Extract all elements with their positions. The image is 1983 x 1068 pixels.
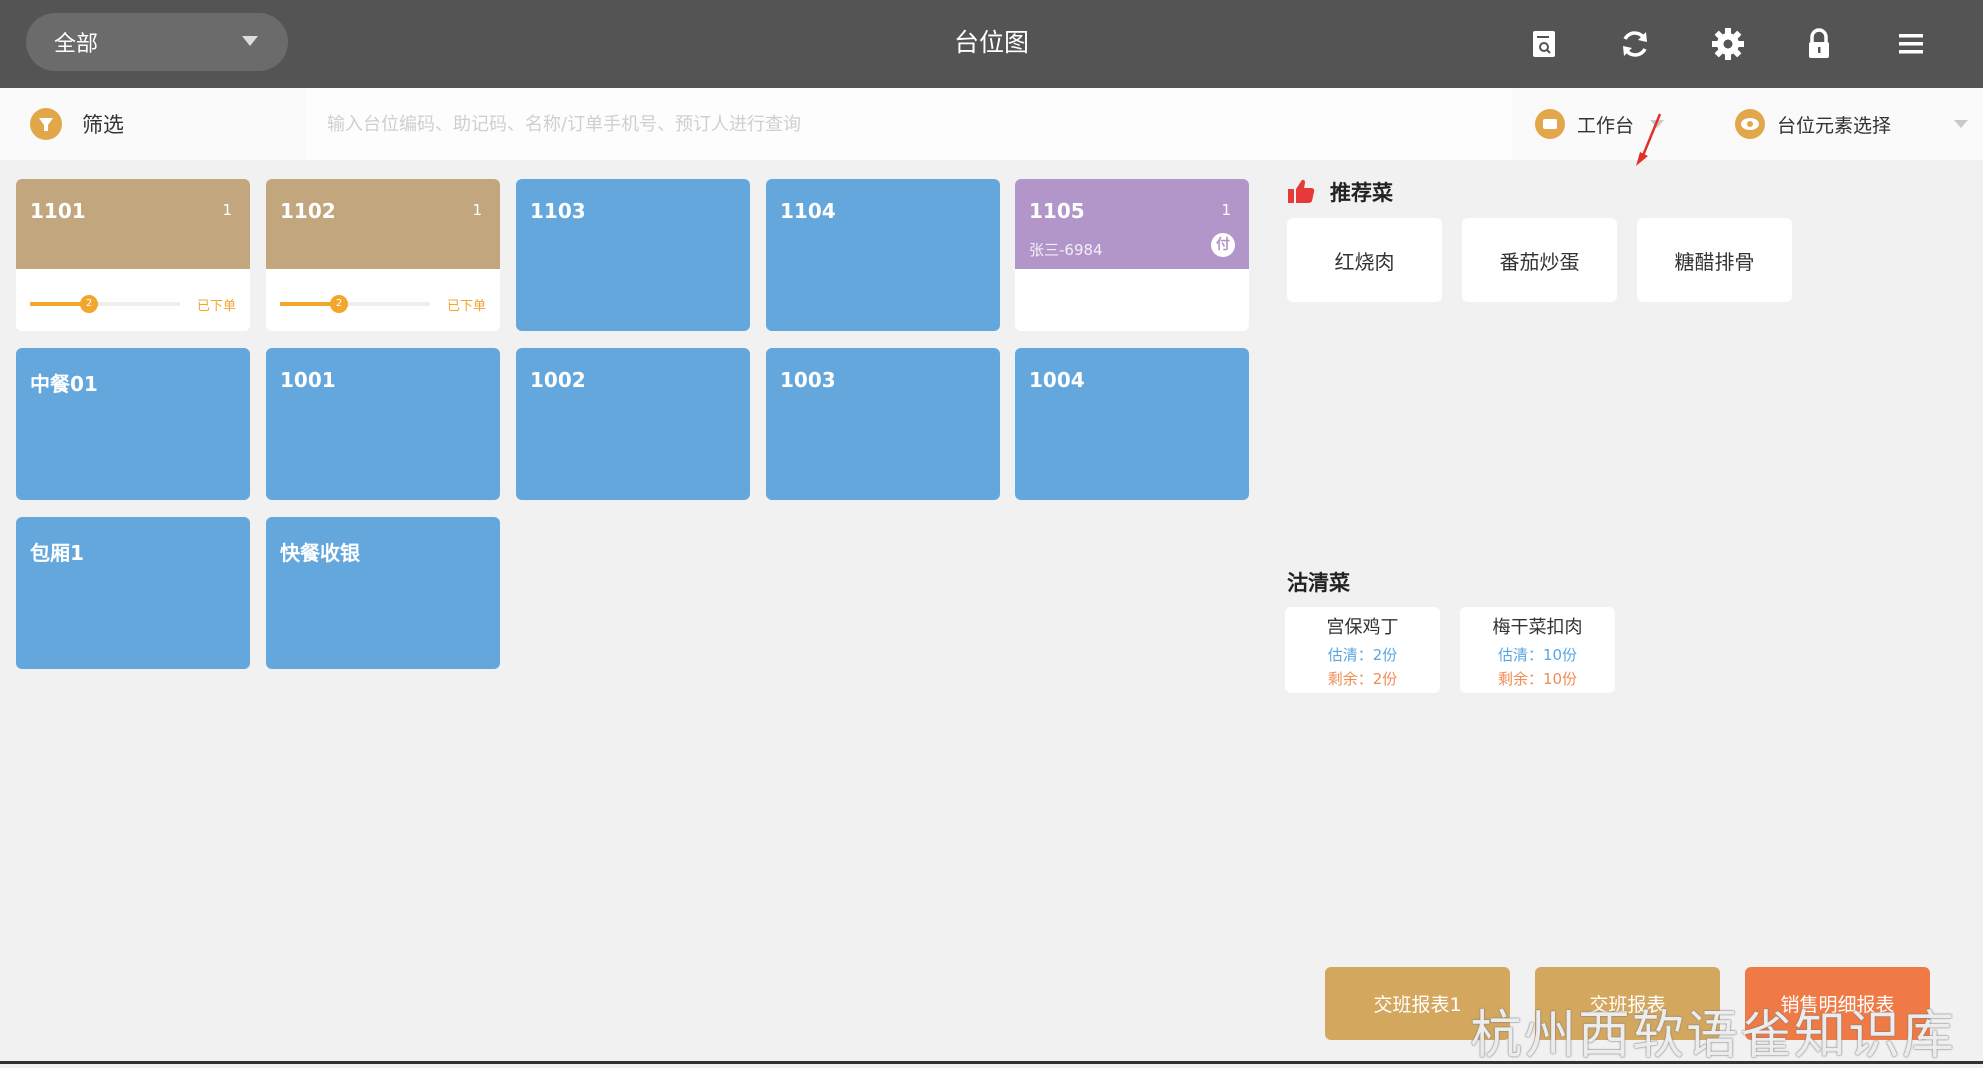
table-name: 中餐01 (30, 372, 98, 396)
order-progress: 2 (280, 295, 430, 313)
table-card[interactable]: 1001 (266, 348, 500, 500)
soldout-remaining: 剩余：10份 (1497, 670, 1578, 688)
element-select-button[interactable]: 台位元素选择 (1735, 88, 1891, 160)
table-name: 1103 (530, 199, 586, 223)
filter-button[interactable]: 筛选 (0, 88, 305, 160)
order-progress: 2 (30, 295, 180, 313)
table-card[interactable]: 1102 1 2 已下单 (266, 179, 500, 331)
table-name: 1002 (530, 368, 586, 392)
eye-icon (1735, 109, 1765, 139)
table-name: 1001 (280, 368, 336, 392)
recommended-dish[interactable]: 糖醋排骨 (1637, 218, 1792, 302)
table-name: 1105 (1029, 199, 1085, 223)
chevron-down-icon (242, 36, 258, 46)
table-card[interactable]: 中餐01 (16, 348, 250, 500)
table-name: 包厢1 (30, 541, 84, 565)
soldout-estimate: 估清：2份 (1327, 646, 1398, 664)
table-name: 快餐收银 (280, 541, 360, 565)
order-progress-knob: 2 (330, 295, 348, 313)
area-select-value: 全部 (54, 32, 99, 57)
table-name: 1104 (780, 199, 836, 223)
top-bar: 全部 台位图 (0, 0, 1983, 88)
table-guest-count: 1 (222, 201, 232, 219)
table-card[interactable]: 1002 (516, 348, 750, 500)
table-header (16, 179, 250, 269)
workbench-label: 工作台 (1577, 114, 1635, 137)
table-card[interactable]: 1101 1 2 已下单 (16, 179, 250, 331)
lock-icon[interactable] (1797, 22, 1841, 66)
menu-icon[interactable] (1889, 22, 1933, 66)
search-input[interactable] (307, 88, 1512, 160)
guest-info: 张三-6984 (1029, 241, 1103, 259)
table-name: 1101 (30, 199, 86, 223)
table-name: 1004 (1029, 368, 1085, 392)
table-guest-count: 1 (1221, 201, 1231, 219)
table-name: 1102 (280, 199, 336, 223)
soldout-estimate: 估清：10份 (1497, 646, 1578, 664)
area-select[interactable]: 全部 (26, 13, 288, 71)
table-card[interactable]: 1103 (516, 179, 750, 331)
table-guest-count: 1 (472, 201, 482, 219)
workbench-icon (1535, 109, 1565, 139)
recommended-dish[interactable]: 红烧肉 (1287, 218, 1442, 302)
soldout-remaining: 剩余：2份 (1327, 670, 1398, 688)
filter-bar: 筛选 工作台 台位元素选择 (0, 88, 1983, 160)
table-header (266, 179, 500, 269)
filter-icon (30, 108, 62, 140)
soldout-dish[interactable]: 宫保鸡丁 估清：2份 剩余：2份 (1285, 607, 1440, 693)
order-progress-knob: 2 (80, 295, 98, 313)
soldout-title: 沽清菜 (1287, 571, 1350, 595)
soldout-dish-name: 宫保鸡丁 (1326, 617, 1399, 638)
page-title: 台位图 (953, 28, 1029, 57)
refresh-icon[interactable] (1613, 22, 1657, 66)
order-status: 已下单 (446, 299, 486, 314)
table-card[interactable]: 快餐收银 (266, 517, 500, 669)
soldout-dish-name: 梅干菜扣肉 (1492, 617, 1583, 638)
table-card[interactable]: 1004 (1015, 348, 1249, 500)
annotation-arrow-icon (1636, 113, 1662, 166)
pay-badge[interactable]: 付 (1211, 233, 1235, 257)
watermark: 杭州西软语雀知识库 (1470, 1006, 1957, 1066)
order-status: 已下单 (196, 299, 236, 314)
report-search-icon[interactable] (1522, 22, 1566, 66)
recommended-title: 推荐菜 (1330, 181, 1393, 205)
table-card[interactable]: 1104 (766, 179, 1000, 331)
table-card[interactable]: 包厢1 (16, 517, 250, 669)
thumbs-up-icon (1288, 179, 1315, 203)
table-name: 1003 (780, 368, 836, 392)
chevron-down-icon[interactable] (1954, 120, 1968, 128)
element-select-label: 台位元素选择 (1777, 114, 1892, 137)
table-card[interactable]: 1105 1 张三-6984 付 (1015, 179, 1249, 331)
gear-icon[interactable] (1706, 22, 1750, 66)
filter-label: 筛选 (82, 113, 124, 137)
soldout-dish[interactable]: 梅干菜扣肉 估清：10份 剩余：10份 (1460, 607, 1615, 693)
table-card[interactable]: 1003 (766, 348, 1000, 500)
recommended-dish[interactable]: 番茄炒蛋 (1462, 218, 1617, 302)
